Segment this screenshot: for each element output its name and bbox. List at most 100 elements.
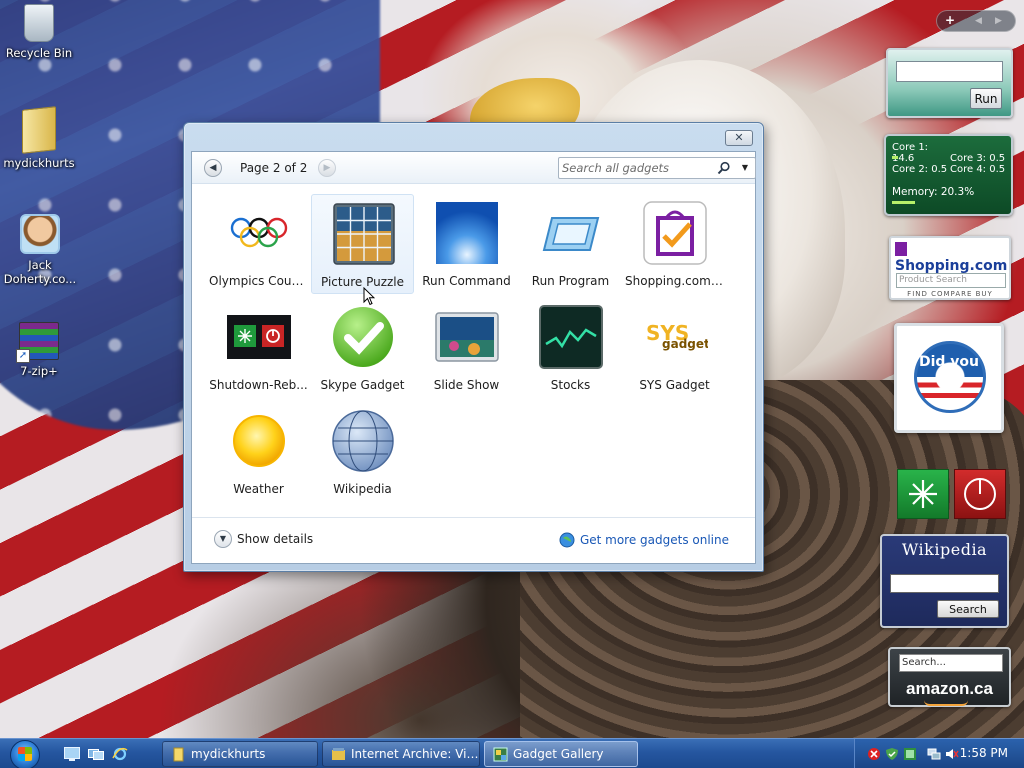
windows-update-icon[interactable] [903, 747, 917, 761]
next-gadgets-icon[interactable]: ▶ [995, 16, 1002, 26]
shopping-com-logo: Shopping.com [895, 242, 1009, 274]
next-page-button[interactable]: ▶ [318, 159, 336, 177]
gadget-label: Shutdown-Reb... [209, 378, 308, 392]
desktop-icon-label: 7-zip+ [20, 364, 58, 378]
olympic-rings-icon [230, 217, 288, 248]
gadget-gallery-window: ✕ ◀ Page 2 of 2 ▶ ▼ [183, 122, 764, 572]
wikipedia-search-button[interactable]: Search [937, 600, 999, 618]
search-options-dropdown[interactable]: ▼ [737, 159, 753, 177]
gadget-olympics-countdown[interactable]: Olympics Coun... [207, 194, 310, 294]
taskbar-button-internet-archive[interactable]: Internet Archive: Vie... [322, 741, 480, 767]
previous-gadgets-icon[interactable]: ◀ [975, 16, 982, 26]
gadget-shutdown-reboot[interactable]: Shutdown-Reb... [207, 298, 310, 398]
get-more-gadgets-link[interactable]: Get more gadgets online [559, 532, 729, 548]
skype-check-icon [333, 307, 393, 367]
gadget-label: Olympics Coun... [209, 274, 310, 288]
obama-logo-icon [914, 341, 986, 413]
shield-check-icon[interactable] [885, 747, 899, 761]
internet-explorer-icon[interactable] [112, 747, 128, 761]
gadget-stocks[interactable]: Stocks [519, 298, 622, 398]
core-2-reading: Core 2: 0.5 [892, 164, 948, 175]
mouse-cursor-icon [363, 287, 375, 306]
run-program-icon [542, 217, 600, 251]
switch-windows-icon[interactable] [88, 747, 104, 761]
gadget-label: Weather [233, 482, 284, 496]
memory-reading: Memory: 20.3% [892, 186, 975, 198]
desktop-icon-recycle-bin[interactable]: Recycle Bin [0, 4, 78, 60]
shopping-bag-icon [895, 242, 907, 256]
gadget-label: Slide Show [433, 378, 500, 392]
gadget-shopping-com[interactable]: Shopping.com ... [623, 194, 726, 294]
recycle-bin-icon [24, 4, 54, 42]
taskbar-button-gadget-gallery[interactable]: Gadget Gallery [484, 741, 638, 767]
desktop-icon-folder[interactable]: mydickhurts [0, 106, 78, 170]
gadget-label: Run Program [531, 274, 610, 288]
amazon-search-input[interactable]: Search... [899, 654, 1003, 672]
taskbar-button-folder[interactable]: mydickhurts [162, 741, 318, 767]
search-icon[interactable] [717, 161, 731, 175]
gadget-label: Shopping.com ... [625, 274, 726, 288]
volume-muted-icon[interactable] [945, 747, 959, 761]
page-label: Page 2 of 2 [240, 161, 308, 175]
add-gadget-icon[interactable]: + [945, 13, 955, 27]
wikipedia-title: Wikipedia [901, 540, 988, 559]
memory-meter [892, 201, 915, 204]
restart-icon [909, 480, 937, 508]
gallery-header: ◀ Page 2 of 2 ▶ ▼ [192, 152, 756, 184]
get-more-label: Get more gadgets online [579, 533, 729, 547]
desktop-icon-7zip[interactable]: ➚ 7-zip+ [0, 322, 78, 378]
gadget-label: SYS Gadget [639, 378, 710, 392]
network-icon[interactable] [927, 747, 941, 761]
internet-archive-icon [332, 748, 345, 760]
shopping-tagline: FIND COMPARE BUY [907, 290, 993, 298]
desktop-icon-label: Recycle Bin [5, 46, 73, 60]
wikipedia-gadget: Wikipedia Search [880, 534, 1009, 628]
obama-gadget-text: Did you [918, 354, 980, 370]
security-alert-icon[interactable] [867, 747, 881, 761]
core-1-reading: Core 1: 14.6 [892, 142, 929, 164]
show-desktop-icon[interactable] [64, 747, 80, 761]
weather-sun-icon [233, 415, 285, 467]
wikipedia-search-input[interactable] [890, 574, 999, 593]
taskbar: mydickhurts Internet Archive: Vie... Gad… [0, 738, 1024, 768]
stocks-icon [539, 305, 603, 369]
gadget-run-program[interactable]: Run Program [519, 194, 622, 294]
product-search-input[interactable]: Product Search [896, 273, 1006, 288]
gadget-label: Run Command [422, 274, 511, 288]
amazon-smile-icon [924, 700, 968, 706]
previous-page-button[interactable]: ◀ [204, 159, 222, 177]
close-button[interactable]: ✕ [725, 130, 753, 146]
clock[interactable]: 1:58 PM [960, 746, 1008, 760]
winrar-archive-icon: ➚ [16, 322, 59, 363]
desktop-icon-user-file[interactable]: Jack Doherty.co... [0, 214, 80, 286]
gadget-run-command[interactable]: Run Command [415, 194, 518, 294]
arrow-left-icon: ◀ [209, 163, 217, 173]
shopping-bag-icon [643, 201, 707, 265]
obama-logo-gadget[interactable]: Did you [894, 323, 1004, 433]
start-button[interactable] [6, 739, 48, 768]
gadget-slide-show[interactable]: Slide Show [415, 298, 518, 398]
close-icon: ✕ [734, 131, 744, 144]
gadget-picture-puzzle[interactable]: Picture Puzzle [311, 194, 414, 294]
gadget-skype[interactable]: Skype Gadget [311, 298, 414, 398]
show-details-button[interactable]: ▼ Show details [214, 528, 313, 550]
gadget-wikipedia[interactable]: Wikipedia [311, 402, 414, 502]
user-picture-icon [20, 214, 60, 254]
wikipedia-globe-icon [332, 410, 394, 472]
shutdown-button[interactable] [954, 469, 1006, 519]
windows-logo-icon [18, 747, 32, 761]
gadget-sys[interactable]: SYS gadget SYS Gadget [623, 298, 726, 398]
shutdown-reboot-icon [227, 315, 291, 359]
search-gadgets-box[interactable]: ▼ [558, 157, 756, 179]
run-button[interactable]: Run [970, 88, 1002, 109]
run-command-input[interactable] [896, 61, 1003, 82]
search-input[interactable] [562, 160, 720, 176]
reboot-button[interactable] [897, 469, 949, 519]
gadget-weather[interactable]: Weather [207, 402, 310, 502]
shopping-com-gadget: Shopping.com Product Search FIND COMPARE… [889, 236, 1011, 300]
gallery-content: ◀ Page 2 of 2 ▶ ▼ [191, 151, 756, 564]
globe-icon [559, 532, 575, 548]
desktop-icon-label: mydickhurts [3, 156, 75, 170]
sys-gadget-icon: SYS gadget [646, 321, 708, 351]
gadget-label: Stocks [550, 378, 591, 392]
